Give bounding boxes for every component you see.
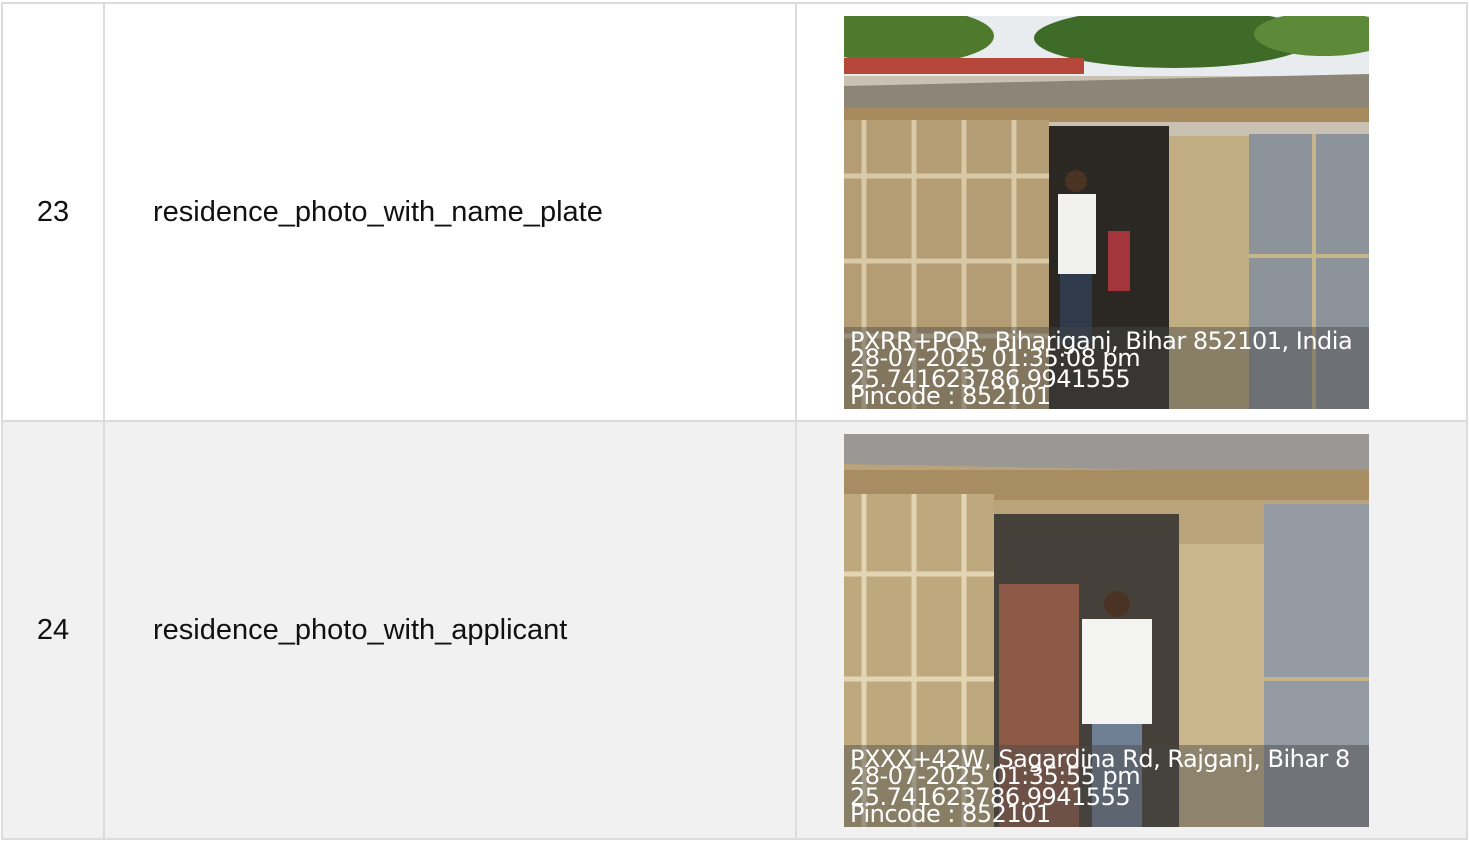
residence-photo: PXXX+42W, Sagardina Rd, Rajganj, Bihar 8… [844,433,1369,827]
residence-photo: PXRR+PQR, Bihariganj, Bihar 852101, Indi… [844,15,1369,409]
row-number: 24 [1,420,105,840]
geotag-pincode: Pincode : 852101 [850,799,1051,827]
field-name: residence_photo_with_applicant [103,420,797,840]
table-row: 24 residence_photo_with_applicant PXXX+4… [1,420,1468,840]
geotag-pincode: Pincode : 852101 [850,381,1051,409]
residence-photos-table: 23 residence_photo_with_name_plate PXRR+… [1,2,1468,840]
table-row: 23 residence_photo_with_name_plate PXRR+… [1,2,1468,422]
geotag-stamp: PXXX+42W, Sagardina Rd, Rajganj, Bihar 8… [844,744,1369,827]
row-number: 23 [1,2,105,422]
field-name: residence_photo_with_name_plate [103,2,797,422]
photo-cell: PXXX+42W, Sagardina Rd, Rajganj, Bihar 8… [795,420,1468,840]
photo-cell: PXRR+PQR, Bihariganj, Bihar 852101, Indi… [795,2,1468,422]
geotag-stamp: PXRR+PQR, Bihariganj, Bihar 852101, Indi… [844,326,1369,409]
